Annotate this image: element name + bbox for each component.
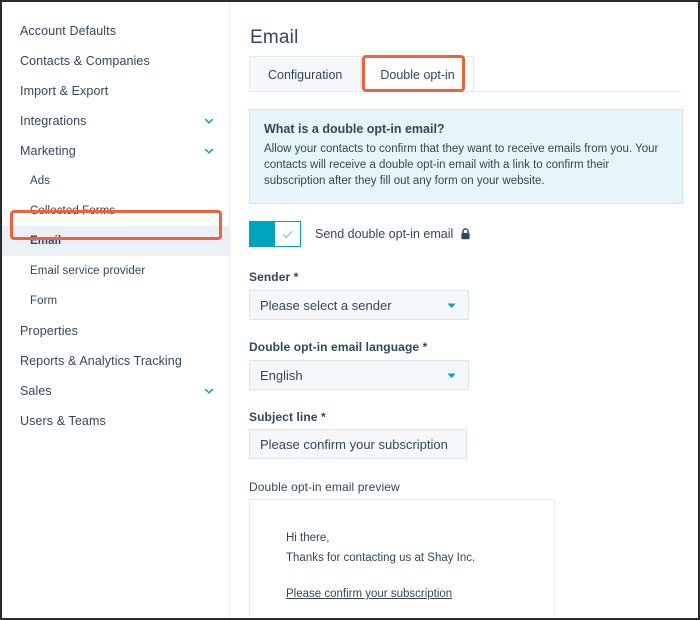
sidebar-item-email[interactable]: Email xyxy=(2,226,229,256)
sidebar-item-label: Sales xyxy=(20,384,52,398)
sidebar-item-integrations[interactable]: Integrations xyxy=(2,106,229,136)
preview-confirm-link[interactable]: Please confirm your subscription xyxy=(286,584,452,604)
email-preview-panel: Hi there, Thanks for contacting us at Sh… xyxy=(249,499,555,618)
callout-body: Allow your contacts to confirm that they… xyxy=(264,143,659,187)
language-label: Double opt-in email language * xyxy=(249,340,428,354)
tab-divider xyxy=(249,91,681,92)
check-icon xyxy=(282,230,293,238)
sidebar-item-label: Integrations xyxy=(20,114,87,128)
send-double-opt-in-toggle[interactable] xyxy=(249,221,301,247)
subject-line-value: Please confirm your subscription xyxy=(260,436,448,452)
sidebar-item-label: Email service provider xyxy=(30,265,146,277)
settings-screen: Account Defaults Contacts & Companies Impo… xyxy=(0,0,700,620)
sidebar-item-form[interactable]: Form xyxy=(2,286,229,316)
sender-value: Please select a sender xyxy=(260,297,392,313)
sidebar-item-label: Contacts & Companies xyxy=(20,54,150,68)
preview-greeting: Hi there, xyxy=(286,532,330,544)
sidebar-item-label: Marketing xyxy=(20,144,76,158)
sidebar-item-label: Properties xyxy=(20,324,78,338)
toggle-label: Send double opt-in email xyxy=(315,227,454,241)
sidebar-item-import-export[interactable]: Import & Export xyxy=(2,76,229,106)
sidebar-item-label: Users & Teams xyxy=(20,414,106,428)
chevron-down-icon xyxy=(204,148,214,154)
sidebar-item-label: Form xyxy=(30,295,58,307)
expand-chevron[interactable] xyxy=(203,145,215,157)
sidebar-item-email-service-provider[interactable]: Email service provider xyxy=(2,256,229,286)
chevron-down-icon xyxy=(204,388,214,394)
expand-chevron[interactable] xyxy=(203,385,215,397)
sidebar-item-label: Ads xyxy=(30,175,51,187)
chevron-down-icon xyxy=(204,118,214,124)
sidebar-item-sales[interactable]: Sales xyxy=(2,376,229,406)
sidebar-item-users-teams[interactable]: Users & Teams xyxy=(2,406,229,436)
preview-label: Double opt-in email preview xyxy=(249,480,400,494)
email-preview-body: Hi there, Thanks for contacting us at Sh… xyxy=(250,500,554,604)
page-title: Email xyxy=(250,26,299,48)
chevron-down-icon xyxy=(447,372,456,378)
callout-heading: What is a double opt-in email? xyxy=(264,122,445,136)
main-content: Email Configuration Double opt-in What i… xyxy=(231,2,698,618)
sidebar-item-collected-forms[interactable]: Collected Forms xyxy=(2,196,229,226)
sender-select[interactable]: Please select a sender xyxy=(249,290,469,320)
tab-bar: Configuration Double opt-in xyxy=(249,56,474,92)
subject-line-input[interactable]: Please confirm your subscription xyxy=(249,429,467,459)
toggle-track-filled xyxy=(250,222,275,246)
language-value: English xyxy=(260,367,303,383)
toggle-label-wrap: Send double opt-in email xyxy=(315,227,471,241)
lock-icon xyxy=(460,228,471,240)
sidebar-item-label: Collected Forms xyxy=(30,205,116,217)
sidebar-item-ads[interactable]: Ads xyxy=(2,166,229,196)
sidebar-item-label: Account Defaults xyxy=(20,24,117,38)
subject-line-label: Subject line * xyxy=(249,410,326,424)
sidebar-item-reports-analytics-tracking[interactable]: Reports & Analytics Tracking xyxy=(2,346,229,376)
sidebar-item-label: Email xyxy=(30,235,62,247)
sidebar-item-label: Import & Export xyxy=(20,84,109,98)
tab-double-opt-in[interactable]: Double opt-in xyxy=(361,56,474,92)
tab-configuration[interactable]: Configuration xyxy=(249,56,362,92)
language-select[interactable]: English xyxy=(249,360,469,390)
sidebar-item-properties[interactable]: Properties xyxy=(2,316,229,346)
preview-text: Thanks for contacting us at Shay Inc. xyxy=(286,552,476,564)
sidebar-item-account-defaults[interactable]: Account Defaults xyxy=(2,16,229,46)
send-double-opt-in-row: Send double opt-in email xyxy=(249,221,471,247)
sender-label: Sender * xyxy=(249,270,299,284)
settings-sidebar: Account Defaults Contacts & Companies Impo… xyxy=(2,2,230,618)
sidebar-item-contacts-companies[interactable]: Contacts & Companies xyxy=(2,46,229,76)
info-callout: What is a double opt-in email? Allow you… xyxy=(249,109,683,204)
toggle-knob xyxy=(275,222,300,246)
expand-chevron[interactable] xyxy=(203,115,215,127)
sidebar-item-marketing[interactable]: Marketing xyxy=(2,136,229,166)
chevron-down-icon xyxy=(447,302,456,308)
sidebar-item-label: Reports & Analytics Tracking xyxy=(20,354,182,368)
